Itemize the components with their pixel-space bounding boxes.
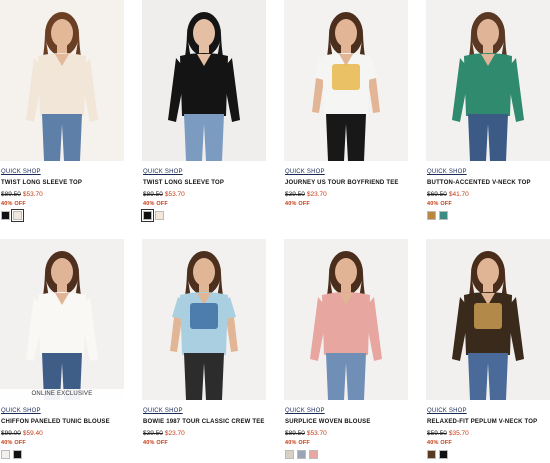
price-block: $99.00 $59.40 (1, 430, 43, 437)
online-exclusive-badge: ONLINE EXCLUSIVE (0, 389, 124, 400)
original-price: $89.50 (1, 191, 21, 198)
color-swatches (427, 211, 448, 220)
original-price: $89.50 (143, 191, 163, 198)
product-name[interactable]: BOWIE 1987 TOUR CLASSIC CREW TEE (143, 419, 265, 425)
product-name[interactable]: BUTTON-ACCENTED V-NECK TOP (427, 180, 531, 186)
color-swatch[interactable] (309, 450, 318, 459)
original-price: $89.50 (285, 430, 305, 437)
color-swatch[interactable] (13, 450, 22, 459)
color-swatch[interactable] (141, 209, 154, 222)
quick-shop-link[interactable]: QUICK SHOP (1, 169, 41, 175)
quick-shop-link[interactable]: QUICK SHOP (285, 408, 325, 414)
sale-price: $59.40 (22, 430, 43, 437)
color-swatches (1, 450, 22, 459)
price-block: $39.50 $23.70 (285, 191, 327, 198)
product-image[interactable]: ONLINE EXCLUSIVE (0, 239, 124, 400)
model-photo (142, 239, 266, 400)
quick-shop-link[interactable]: QUICK SHOP (427, 169, 467, 175)
color-swatches (1, 209, 24, 222)
color-swatch[interactable] (285, 450, 294, 459)
product-grid: QUICK SHOP TWIST LONG SLEEVE TOP $89.50 $… (0, 0, 550, 463)
product-image[interactable] (0, 0, 124, 161)
product-name[interactable]: TWIST LONG SLEEVE TOP (1, 180, 82, 186)
sale-price: $53.70 (306, 430, 327, 437)
price-block: $89.50 $53.70 (143, 191, 185, 198)
sale-price: $23.70 (164, 430, 185, 437)
model-photo (284, 239, 408, 400)
discount-label: 40% OFF (1, 440, 26, 446)
discount-label: 40% OFF (427, 440, 452, 446)
original-price: $69.50 (427, 191, 447, 198)
original-price: $99.00 (1, 430, 21, 437)
product-name[interactable]: CHIFFON PANELED TUNIC BLOUSE (1, 419, 110, 425)
color-swatches (141, 209, 164, 222)
discount-label: 40% OFF (285, 201, 310, 207)
quick-shop-link[interactable]: QUICK SHOP (427, 408, 467, 414)
shirt-graphic (332, 64, 360, 90)
color-swatch[interactable] (297, 450, 306, 459)
discount-label: 40% OFF (427, 201, 452, 207)
product-name[interactable]: JOURNEY US TOUR BOYFRIEND TEE (285, 180, 399, 186)
price-block: $69.50 $41.70 (427, 191, 469, 198)
model-photo (426, 0, 550, 161)
sale-price: $35.70 (448, 430, 469, 437)
color-swatches (427, 450, 448, 459)
sale-price: $53.70 (164, 191, 185, 198)
product-name[interactable]: TWIST LONG SLEEVE TOP (143, 180, 224, 186)
model-photo (142, 0, 266, 161)
color-swatch[interactable] (427, 450, 436, 459)
color-swatch[interactable] (439, 211, 448, 220)
original-price: $39.50 (143, 430, 163, 437)
original-price: $39.50 (285, 191, 305, 198)
quick-shop-link[interactable]: QUICK SHOP (143, 408, 183, 414)
price-block: $89.50 $53.70 (285, 430, 327, 437)
color-swatch[interactable] (1, 450, 10, 459)
color-swatch[interactable] (1, 211, 10, 220)
product-image[interactable] (142, 239, 266, 400)
discount-label: 40% OFF (285, 440, 310, 446)
product-name[interactable]: RELAXED-FIT PEPLUM V-NECK TOP (427, 419, 537, 425)
color-swatch[interactable] (11, 209, 24, 222)
quick-shop-link[interactable]: QUICK SHOP (285, 169, 325, 175)
price-block: $39.50 $23.70 (143, 430, 185, 437)
model-photo (426, 239, 550, 400)
product-name[interactable]: SURPLICE WOVEN BLOUSE (285, 419, 371, 425)
product-image[interactable] (426, 239, 550, 400)
shirt-graphic (190, 303, 218, 329)
color-swatches (285, 450, 318, 459)
price-block: $89.50 $53.70 (1, 191, 43, 198)
quick-shop-link[interactable]: QUICK SHOP (1, 408, 41, 414)
color-swatch[interactable] (439, 450, 448, 459)
sale-price: $53.70 (22, 191, 43, 198)
quick-shop-link[interactable]: QUICK SHOP (143, 169, 183, 175)
discount-label: 40% OFF (1, 201, 26, 207)
product-image[interactable] (284, 239, 408, 400)
shirt-graphic (474, 303, 502, 329)
color-swatch[interactable] (155, 211, 164, 220)
product-image[interactable] (142, 0, 266, 161)
sale-price: $41.70 (448, 191, 469, 198)
model-photo (284, 0, 408, 161)
discount-label: 40% OFF (143, 440, 168, 446)
product-image[interactable] (284, 0, 408, 161)
original-price: $59.50 (427, 430, 447, 437)
product-image[interactable] (426, 0, 550, 161)
sale-price: $23.70 (306, 191, 327, 198)
discount-label: 40% OFF (143, 201, 168, 207)
model-photo (0, 239, 124, 400)
color-swatch[interactable] (427, 211, 436, 220)
price-block: $59.50 $35.70 (427, 430, 469, 437)
model-photo (0, 0, 124, 161)
